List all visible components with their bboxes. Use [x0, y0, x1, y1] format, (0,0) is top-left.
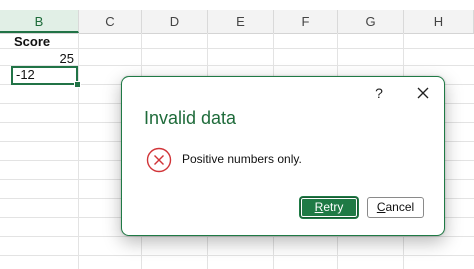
cancel-label-rest: ancel: [385, 200, 415, 214]
column-header-b[interactable]: B: [0, 10, 79, 33]
error-circle-x-icon: [146, 147, 172, 173]
gridline: [0, 255, 474, 256]
close-button[interactable]: [412, 82, 434, 104]
gridline: [0, 236, 474, 237]
retry-button[interactable]: Retry: [300, 197, 358, 218]
dialog-message: Positive numbers only.: [182, 152, 302, 166]
column-header-g[interactable]: G: [338, 10, 404, 33]
cell-b3-selected[interactable]: -12: [11, 66, 78, 85]
dialog-title: Invalid data: [144, 108, 237, 128]
cell-b1[interactable]: Score: [11, 33, 77, 51]
cancel-button[interactable]: Cancel: [367, 197, 424, 218]
help-button[interactable]: ?: [369, 83, 389, 103]
retry-label-rest: etry: [323, 200, 344, 214]
gridline: [78, 33, 79, 269]
column-header-c[interactable]: C: [79, 10, 142, 33]
column-header-h[interactable]: H: [404, 10, 474, 33]
column-header-e[interactable]: E: [208, 10, 274, 33]
fill-handle[interactable]: [74, 81, 81, 88]
column-header-row: B C D E F G H: [0, 10, 474, 34]
close-icon: [417, 87, 429, 99]
invalid-data-dialog: ? Invalid data Positive numbers only. Re…: [121, 76, 445, 236]
column-header-d[interactable]: D: [142, 10, 208, 33]
column-header-f[interactable]: F: [274, 10, 338, 33]
